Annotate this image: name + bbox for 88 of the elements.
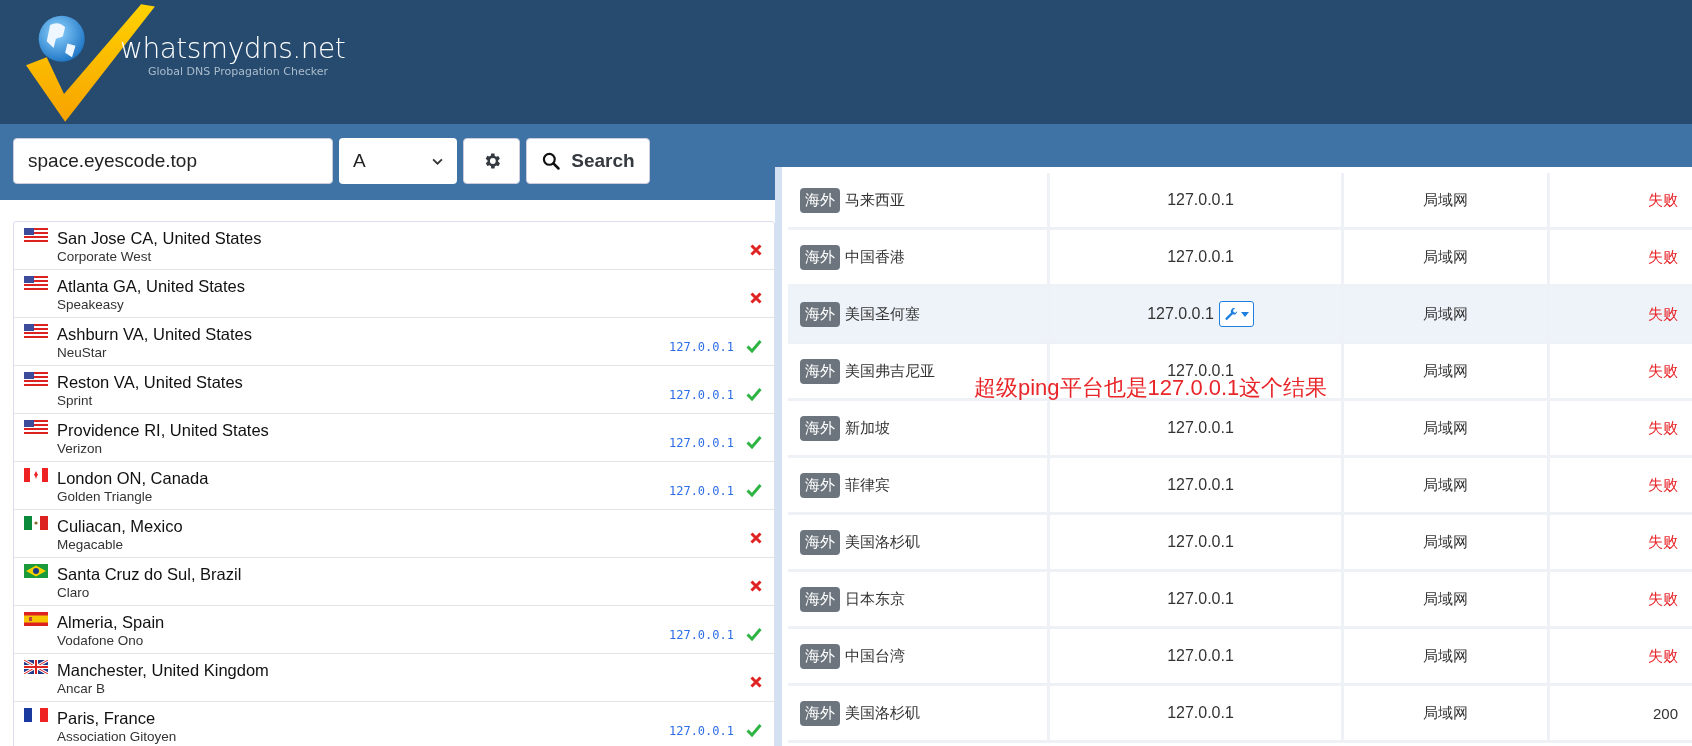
region-badge: 海外	[800, 415, 840, 441]
node-location: 中国台湾	[845, 646, 905, 666]
provider-name: Corporate West	[57, 249, 153, 264]
record-type-select[interactable]: A	[339, 138, 457, 184]
status-text: 失败	[1648, 646, 1678, 666]
region-badge: 海外	[800, 700, 840, 726]
status-text: 失败	[1648, 361, 1678, 381]
network-type: 局域网	[1423, 475, 1468, 495]
location-name: Culiacan, Mexico	[57, 516, 184, 537]
location-name: Almeria, Spain	[57, 612, 166, 633]
network-type: 局域网	[1423, 247, 1468, 267]
resolved-ip: 127.0.0.1	[1167, 647, 1234, 665]
status-text: 失败	[1648, 418, 1678, 438]
chevron-down-icon	[432, 157, 443, 165]
status-text: 失败	[1648, 190, 1678, 210]
provider-name: Vodafone Ono	[57, 633, 145, 648]
ip-address: 127.0.0.1	[668, 387, 734, 402]
site-tagline: Global DNS Propagation Checker	[148, 65, 329, 78]
ip-address: 127.0.0.1	[668, 723, 734, 738]
resolved-ip: 127.0.0.1	[1167, 590, 1234, 608]
ip-address: 127.0.0.1	[668, 483, 734, 498]
region-badge: 海外	[800, 358, 840, 384]
status-text: 失败	[1648, 304, 1678, 324]
node-location: 马来西亚	[845, 190, 905, 210]
provider-name: Golden Triangle	[57, 489, 154, 504]
node-location: 美国洛杉矶	[845, 532, 920, 552]
network-type: 局域网	[1423, 589, 1468, 609]
region-badge: 海外	[800, 529, 840, 555]
status-text: 200	[1652, 704, 1678, 722]
status-text: 失败	[1648, 475, 1678, 495]
region-badge: 海外	[800, 244, 840, 270]
network-type: 局域网	[1423, 703, 1468, 723]
location-name: London ON, Canada	[57, 468, 210, 489]
network-type: 局域网	[1423, 418, 1468, 438]
region-badge: 海外	[800, 472, 840, 498]
provider-name: Speakeasy	[57, 297, 125, 312]
provider-name: Verizon	[57, 441, 104, 456]
region-badge: 海外	[800, 301, 840, 327]
provider-name: Ancar B	[57, 681, 107, 696]
resolved-ip: 127.0.0.1	[1167, 191, 1234, 209]
network-type: 局域网	[1423, 646, 1468, 666]
provider-name: Sprint	[57, 393, 94, 408]
region-badge: 海外	[800, 586, 840, 612]
provider-name: NeuStar	[57, 345, 108, 360]
node-location: 菲律宾	[845, 475, 890, 495]
resolved-ip: 127.0.0.1	[1167, 704, 1234, 722]
location-name: Manchester, United Kingdom	[57, 660, 270, 681]
search-button[interactable]: Search	[526, 138, 650, 184]
location-name: Ashburn VA, United States	[57, 324, 254, 345]
node-location: 新加坡	[845, 418, 890, 438]
tools-dropdown-button[interactable]	[1218, 301, 1254, 327]
node-location: 美国弗吉尼亚	[845, 361, 935, 381]
location-name: Reston VA, United States	[57, 372, 244, 393]
resolved-ip: 127.0.0.1	[1167, 248, 1234, 266]
network-type: 局域网	[1423, 304, 1468, 324]
node-location: 美国圣何塞	[845, 304, 920, 324]
status-text: 失败	[1648, 532, 1678, 552]
resolved-ip: 127.0.0.1	[1167, 419, 1234, 437]
resolved-ip: 127.0.0.1	[1167, 533, 1234, 551]
location-name: Providence RI, United States	[57, 420, 270, 441]
domain-input-field[interactable]: space.eyescode.top	[13, 138, 333, 184]
region-badge: 海外	[800, 643, 840, 669]
resolved-ip: 127.0.0.1	[1167, 476, 1234, 494]
ip-address: 127.0.0.1	[668, 339, 734, 354]
ip-address: 127.0.0.1	[668, 627, 734, 642]
status-text: 失败	[1648, 589, 1678, 609]
provider-name: Claro	[57, 585, 91, 600]
network-type: 局域网	[1423, 361, 1468, 381]
provider-name: Association Gitoyen	[57, 729, 178, 744]
resolved-ip: 127.0.0.1	[1147, 305, 1214, 323]
node-location: 日本东京	[845, 589, 905, 609]
region-badge: 海外	[800, 187, 840, 213]
location-name: Atlanta GA, United States	[57, 276, 247, 297]
site-name: whatsmydns.net	[120, 32, 346, 65]
caret-down-icon	[1240, 311, 1249, 317]
search-icon	[541, 151, 562, 171]
node-location: 中国香港	[845, 247, 905, 267]
location-name: Santa Cruz do Sul, Brazil	[57, 564, 243, 585]
wrench-icon	[1223, 306, 1239, 322]
location-name: Paris, France	[57, 708, 157, 729]
location-name: San Jose CA, United States	[57, 228, 263, 249]
network-type: 局域网	[1423, 532, 1468, 552]
settings-button[interactable]	[463, 138, 520, 184]
node-location: 美国洛杉矶	[845, 703, 920, 723]
provider-name: Megacable	[57, 537, 125, 552]
ip-address: 127.0.0.1	[668, 435, 734, 450]
status-text: 失败	[1648, 247, 1678, 267]
network-type: 局域网	[1423, 190, 1468, 210]
